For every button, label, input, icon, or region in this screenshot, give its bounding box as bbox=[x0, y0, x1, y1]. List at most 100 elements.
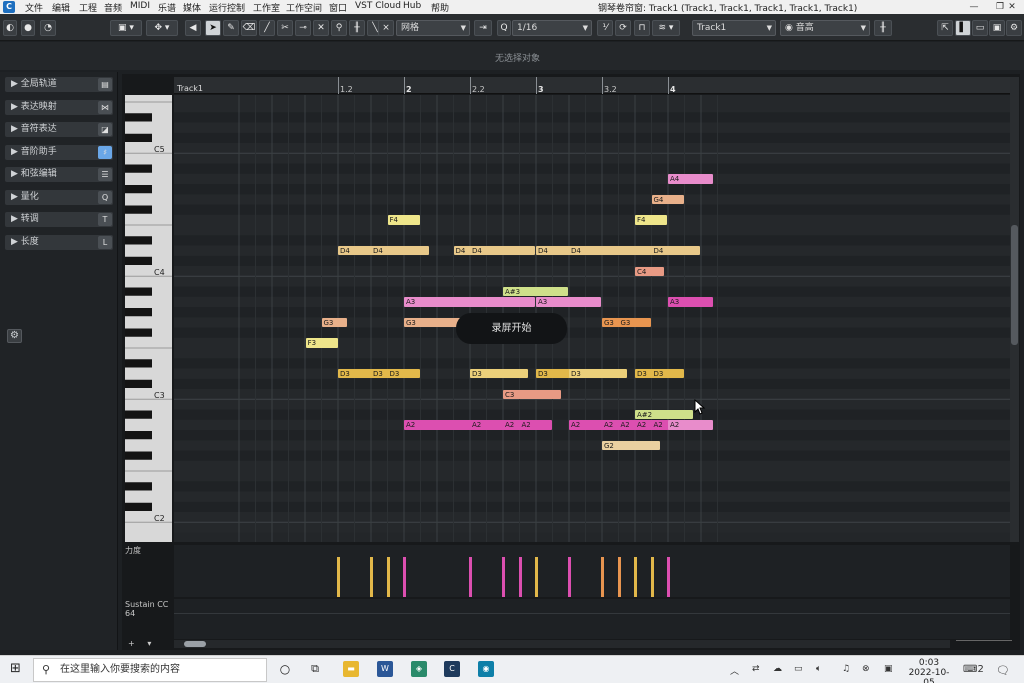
velocity-bar[interactable] bbox=[535, 557, 538, 597]
tray-icon-5[interactable]: ▣ bbox=[884, 664, 893, 674]
scale-assistant-icon[interactable]: ♯ bbox=[98, 145, 112, 159]
midi-note[interactable]: D3 bbox=[470, 369, 529, 379]
black-key[interactable] bbox=[125, 502, 152, 511]
midi-note[interactable]: F3 bbox=[305, 338, 338, 348]
midi-note[interactable]: D3 bbox=[569, 369, 628, 379]
global-tracks-icon[interactable]: ▤ bbox=[98, 78, 112, 91]
snap-icon[interactable]: ⨯ bbox=[378, 20, 394, 36]
black-key[interactable] bbox=[125, 482, 152, 491]
black-key[interactable] bbox=[125, 164, 152, 173]
midi-note[interactable]: F4 bbox=[635, 215, 667, 225]
menu-item[interactable]: 工作室 bbox=[253, 1, 280, 14]
black-key[interactable] bbox=[125, 328, 152, 337]
sustain-lane[interactable] bbox=[174, 599, 1010, 639]
menu-item[interactable]: 编辑 bbox=[52, 1, 70, 14]
solo-editor-icon[interactable]: ◐ bbox=[3, 20, 17, 36]
midi-note[interactable]: A3 bbox=[404, 297, 535, 307]
length-icon[interactable]: L bbox=[98, 235, 112, 249]
tray-network-icon[interactable]: ▭ bbox=[794, 664, 803, 674]
menu-item[interactable]: 工作空间 bbox=[286, 1, 322, 14]
velocity-bar[interactable] bbox=[370, 557, 373, 597]
action-center-icon[interactable]: 🗨︎ bbox=[996, 664, 1010, 677]
midi-note[interactable]: A2 bbox=[668, 420, 714, 430]
cubase-taskbar-icon[interactable]: C bbox=[444, 661, 460, 677]
line-tool-icon[interactable]: ╫ bbox=[349, 20, 365, 36]
black-key[interactable] bbox=[125, 236, 152, 245]
mixer-icon[interactable]: ╫ bbox=[874, 20, 892, 36]
lower-zone-icon[interactable]: ▭ bbox=[972, 20, 988, 36]
inspector-section[interactable]: ▶ 全局轨道 ▤ bbox=[5, 77, 113, 92]
settings-gear-icon[interactable]: ⚙ bbox=[1006, 20, 1022, 36]
piano-keyboard[interactable]: C5 C4 C3 C2 bbox=[125, 95, 172, 542]
left-zone-icon[interactable]: ▌ bbox=[955, 20, 971, 36]
inspector-section[interactable]: ▶ 表达映射 ⋈ bbox=[5, 99, 113, 115]
timeline-ruler[interactable]: Track1 1.2 2 2.2 3 3.2 4 bbox=[174, 77, 1010, 94]
glue-icon[interactable]: ⊸ bbox=[295, 20, 311, 36]
velocity-bar[interactable] bbox=[386, 557, 390, 597]
inspector-section[interactable]: ▶ 音阶助手 ♯ bbox=[5, 144, 113, 160]
tray-icon-2[interactable]: ☁ bbox=[773, 664, 782, 674]
velocity-bar[interactable] bbox=[403, 557, 406, 597]
black-key[interactable] bbox=[125, 113, 152, 122]
black-key[interactable] bbox=[125, 133, 152, 142]
articulation-select[interactable]: ◉ 音高 ▼ bbox=[780, 20, 870, 36]
menu-item[interactable]: 音频 bbox=[104, 1, 122, 14]
cortana-icon[interactable]: ○ bbox=[277, 661, 293, 677]
tray-icon-4[interactable]: ⊗ bbox=[862, 664, 870, 674]
vertical-scrollbar[interactable] bbox=[1010, 77, 1019, 542]
menu-item[interactable]: VST Cloud bbox=[355, 1, 401, 11]
clock[interactable]: 0:03 2022-10-05 bbox=[906, 658, 952, 683]
midi-note[interactable]: A3 bbox=[668, 297, 714, 307]
word-icon[interactable]: W bbox=[377, 661, 393, 677]
midi-note[interactable]: D3 bbox=[651, 369, 684, 379]
tray-chevron-icon[interactable]: ︿ bbox=[730, 664, 739, 677]
black-key[interactable] bbox=[125, 379, 152, 388]
velocity-bar[interactable] bbox=[568, 557, 571, 597]
inspector-section[interactable]: ▶ 音符表达 ◪ bbox=[5, 122, 113, 137]
midi-note[interactable]: F4 bbox=[387, 215, 420, 225]
velocity-bar[interactable] bbox=[601, 557, 604, 597]
midi-note[interactable]: G3 bbox=[321, 317, 347, 327]
windows-start-icon[interactable]: ⊞ bbox=[10, 662, 24, 676]
midi-note[interactable]: G2 bbox=[602, 440, 661, 450]
app-green-icon[interactable]: ◈ bbox=[411, 661, 427, 677]
record-icon[interactable]: ● bbox=[21, 20, 35, 36]
inspector-section[interactable]: ▶ 和弦编辑 ☰ bbox=[5, 167, 113, 182]
collapse-icon[interactable]: ⇱ bbox=[937, 20, 953, 36]
velocity-bar[interactable] bbox=[634, 557, 637, 597]
chord-editing-icon[interactable]: ☰ bbox=[98, 168, 112, 181]
menu-item[interactable]: 工程 bbox=[79, 1, 97, 14]
inspector-section[interactable]: ▶ 量化 Q bbox=[5, 189, 113, 205]
close-button[interactable]: ✕ bbox=[1000, 0, 1024, 14]
speaker-icon[interactable]: ◀ bbox=[185, 20, 201, 36]
acoustic-feedback-icon[interactable]: ◔ bbox=[40, 20, 56, 36]
transpose-icon[interactable]: T bbox=[98, 213, 112, 226]
menu-item[interactable]: 媒体 bbox=[183, 1, 201, 14]
triplet-icon[interactable]: ⅟ bbox=[597, 20, 613, 36]
midi-note[interactable]: A2 bbox=[519, 420, 552, 430]
midi-note[interactable]: A#3 bbox=[503, 287, 568, 297]
black-key[interactable] bbox=[125, 308, 152, 317]
quantize-icon[interactable]: Q bbox=[98, 190, 112, 204]
menu-item[interactable]: 文件 bbox=[25, 1, 43, 14]
show-info-icon[interactable]: ▣ ▾ bbox=[110, 20, 142, 36]
expression-map-icon[interactable]: ⋈ bbox=[98, 100, 112, 114]
snap-type-select[interactable]: 网格 ▼ bbox=[396, 20, 470, 36]
ime-indicator[interactable]: ⌨2 bbox=[963, 664, 984, 675]
midi-note[interactable]: D4 bbox=[470, 246, 535, 256]
trim-icon[interactable]: ╱ bbox=[259, 20, 275, 36]
midi-note[interactable]: C4 bbox=[635, 266, 664, 276]
zoom-icon[interactable]: ⚲ bbox=[331, 20, 347, 36]
note-grid[interactable]: F3G3D4D4D3D3D3F4A3G3A2D4D4D3A2A#3G3C3A2A… bbox=[174, 95, 1010, 542]
black-key[interactable] bbox=[125, 205, 152, 214]
lane-menu-icon[interactable]: ▾ bbox=[147, 639, 151, 648]
quantize-select[interactable]: 1/16 ▼ bbox=[512, 20, 592, 36]
horizontal-scrollbar[interactable] bbox=[174, 640, 950, 648]
horizontal-scroll-thumb[interactable] bbox=[184, 641, 206, 647]
snap-to-zero-icon[interactable]: ⇥ bbox=[474, 20, 492, 36]
insert-velocity-icon[interactable]: ≋ ▾ bbox=[652, 20, 680, 36]
velocity-bar[interactable] bbox=[502, 557, 505, 597]
midi-note[interactable]: D3 bbox=[387, 369, 420, 379]
midi-note[interactable]: G4 bbox=[651, 194, 684, 204]
midi-note[interactable]: C3 bbox=[503, 389, 562, 399]
